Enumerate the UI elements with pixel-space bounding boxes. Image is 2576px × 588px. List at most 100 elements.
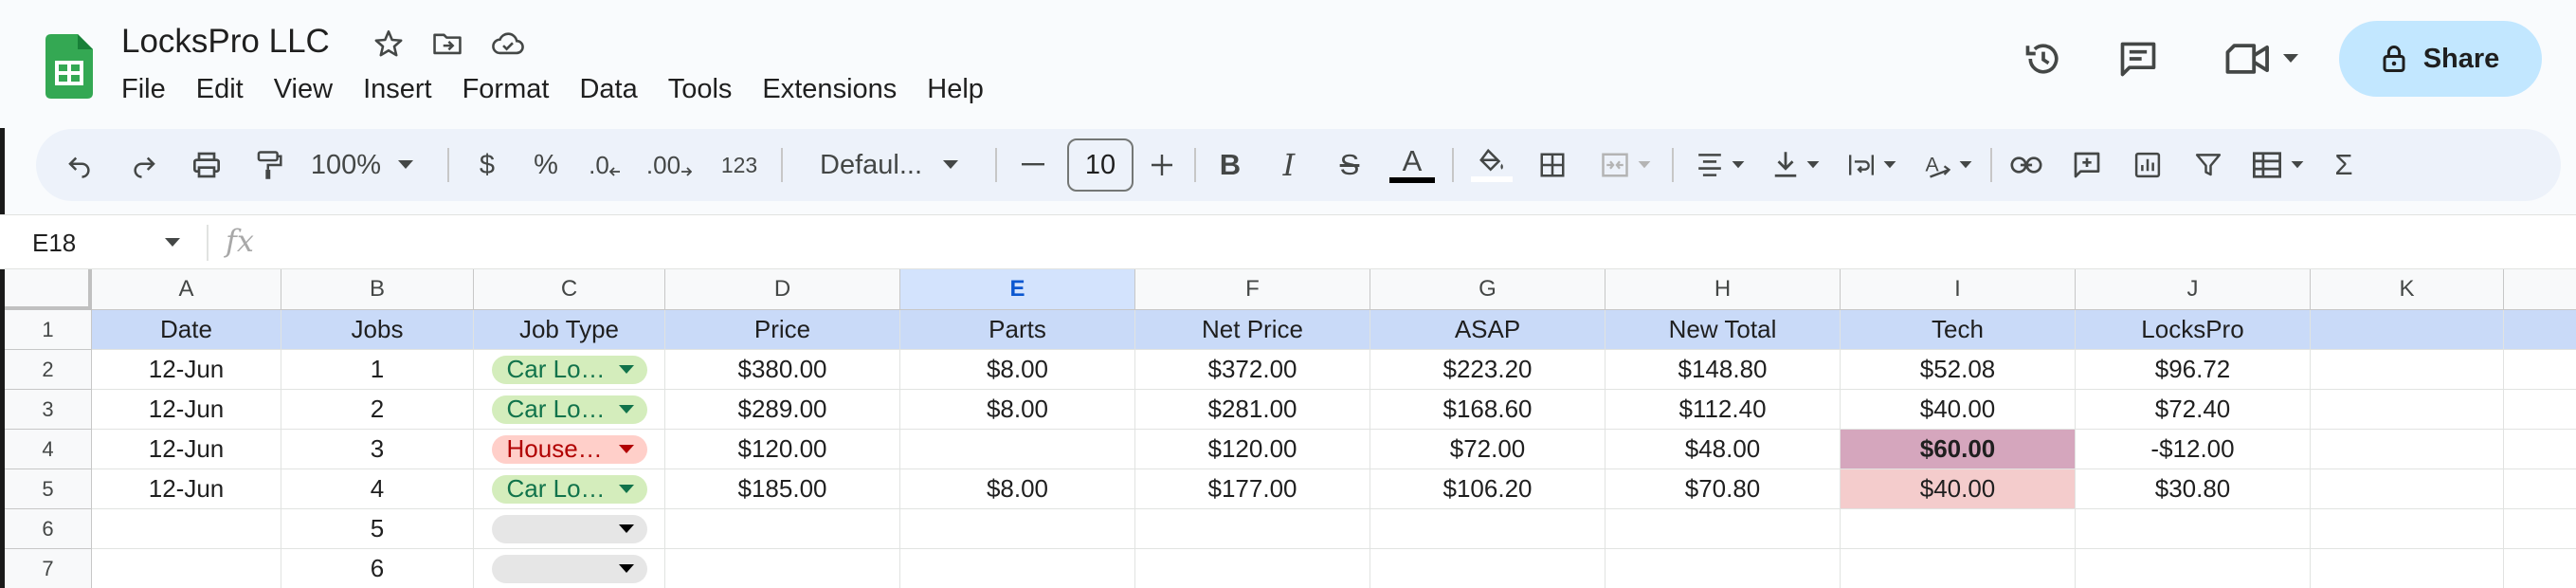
create-filter-icon[interactable] bbox=[2182, 129, 2235, 201]
cell-a3[interactable]: 12-Jun bbox=[92, 390, 281, 430]
cell-d7[interactable] bbox=[665, 549, 900, 588]
cell-g6[interactable] bbox=[1370, 509, 1605, 549]
cell-l4[interactable] bbox=[2504, 430, 2576, 469]
cell-h3[interactable]: $112.40 bbox=[1605, 390, 1841, 430]
cell-g2[interactable]: $223.20 bbox=[1370, 350, 1605, 390]
cell-h2[interactable]: $148.80 bbox=[1605, 350, 1841, 390]
move-folder-icon[interactable] bbox=[428, 25, 466, 63]
cell-k7[interactable] bbox=[2311, 549, 2504, 588]
star-icon[interactable] bbox=[370, 25, 408, 63]
column-header-b[interactable]: B bbox=[281, 269, 474, 310]
cell-k2[interactable] bbox=[2311, 350, 2504, 390]
italic-icon[interactable]: I bbox=[1266, 129, 1312, 201]
cell-b7[interactable]: 6 bbox=[281, 549, 474, 588]
cell-i3[interactable]: $40.00 bbox=[1841, 390, 2076, 430]
percent-format-button[interactable]: % bbox=[523, 129, 569, 201]
cell-j5[interactable]: $30.80 bbox=[2076, 469, 2311, 509]
paint-format-icon[interactable] bbox=[246, 129, 292, 201]
cell-a6[interactable] bbox=[92, 509, 281, 549]
cell-f7[interactable] bbox=[1135, 549, 1370, 588]
column-header-h[interactable]: H bbox=[1605, 269, 1841, 310]
cell-c3[interactable]: Car Lo… bbox=[474, 390, 665, 430]
cell-f4[interactable]: $120.00 bbox=[1135, 430, 1370, 469]
column-header-a[interactable]: A bbox=[92, 269, 281, 310]
menu-tools[interactable]: Tools bbox=[653, 68, 748, 110]
insert-comment-icon[interactable] bbox=[2060, 129, 2113, 201]
version-history-icon[interactable] bbox=[2017, 32, 2070, 85]
vertical-align-icon[interactable] bbox=[1763, 129, 1829, 201]
more-formats-button[interactable]: 123 bbox=[711, 129, 768, 201]
decrease-font-size-icon[interactable] bbox=[1012, 129, 1054, 201]
cell-g1[interactable]: ASAP bbox=[1370, 310, 1605, 350]
cell-i5[interactable]: $40.00 bbox=[1841, 469, 2076, 509]
cell-j3[interactable]: $72.40 bbox=[2076, 390, 2311, 430]
sheets-logo-icon[interactable] bbox=[45, 34, 93, 99]
cell-j2[interactable]: $96.72 bbox=[2076, 350, 2311, 390]
menu-edit[interactable]: Edit bbox=[181, 68, 259, 110]
cell-c4[interactable]: House… bbox=[474, 430, 665, 469]
meet-chevron-down-icon[interactable] bbox=[2283, 54, 2298, 64]
cell-b4[interactable]: 3 bbox=[281, 430, 474, 469]
cell-e6[interactable] bbox=[900, 509, 1135, 549]
column-header-g[interactable]: G bbox=[1370, 269, 1605, 310]
column-header-j[interactable]: J bbox=[2076, 269, 2311, 310]
cell-e1[interactable]: Parts bbox=[900, 310, 1135, 350]
cell-b5[interactable]: 4 bbox=[281, 469, 474, 509]
menu-file[interactable]: File bbox=[106, 68, 181, 110]
cell-e7[interactable] bbox=[900, 549, 1135, 588]
cell-c7[interactable] bbox=[474, 549, 665, 588]
name-box-chevron-down-icon[interactable] bbox=[165, 230, 180, 253]
cell-h5[interactable]: $70.80 bbox=[1605, 469, 1841, 509]
cell-f3[interactable]: $281.00 bbox=[1135, 390, 1370, 430]
menu-format[interactable]: Format bbox=[447, 68, 565, 110]
job-type-dropdown-chip[interactable] bbox=[491, 514, 647, 543]
column-header-e[interactable]: E bbox=[900, 269, 1135, 310]
cell-k4[interactable] bbox=[2311, 430, 2504, 469]
menu-data[interactable]: Data bbox=[564, 68, 652, 110]
cell-l7[interactable] bbox=[2504, 549, 2576, 588]
column-header-d[interactable]: D bbox=[665, 269, 900, 310]
horizontal-align-icon[interactable] bbox=[1687, 129, 1753, 201]
cell-d3[interactable]: $289.00 bbox=[665, 390, 900, 430]
cell-j4[interactable]: -$12.00 bbox=[2076, 430, 2311, 469]
cell-a7[interactable] bbox=[92, 549, 281, 588]
cell-d2[interactable]: $380.00 bbox=[665, 350, 900, 390]
cell-i1[interactable]: Tech bbox=[1841, 310, 2076, 350]
cell-b3[interactable]: 2 bbox=[281, 390, 474, 430]
meet-icon[interactable] bbox=[2214, 32, 2309, 85]
cell-d1[interactable]: Price bbox=[665, 310, 900, 350]
cell-k1[interactable] bbox=[2311, 310, 2504, 350]
row-header-6[interactable]: 6 bbox=[5, 509, 92, 549]
job-type-dropdown-chip[interactable]: Car Lo… bbox=[491, 395, 647, 424]
cell-c5[interactable]: Car Lo… bbox=[474, 469, 665, 509]
row-header-2[interactable]: 2 bbox=[5, 350, 92, 390]
document-title[interactable]: LocksPro LLC bbox=[121, 21, 330, 63]
cell-h4[interactable]: $48.00 bbox=[1605, 430, 1841, 469]
fill-color-icon[interactable] bbox=[1467, 129, 1516, 201]
job-type-dropdown-chip[interactable]: Car Lo… bbox=[491, 474, 647, 504]
share-button[interactable]: Share bbox=[2339, 21, 2542, 97]
text-rotation-icon[interactable]: A bbox=[1914, 129, 1981, 201]
cell-g7[interactable] bbox=[1370, 549, 1605, 588]
cell-j1[interactable]: LocksPro bbox=[2076, 310, 2311, 350]
cell-i4[interactable]: $60.00 bbox=[1841, 430, 2076, 469]
cell-l2[interactable] bbox=[2504, 350, 2576, 390]
row-header-3[interactable]: 3 bbox=[5, 390, 92, 430]
column-header-i[interactable]: I bbox=[1841, 269, 2076, 310]
cell-a4[interactable]: 12-Jun bbox=[92, 430, 281, 469]
cell-d5[interactable]: $185.00 bbox=[665, 469, 900, 509]
cell-c1[interactable]: Job Type bbox=[474, 310, 665, 350]
row-header-5[interactable]: 5 bbox=[5, 469, 92, 509]
cell-f1[interactable]: Net Price bbox=[1135, 310, 1370, 350]
menu-insert[interactable]: Insert bbox=[348, 68, 447, 110]
cell-l1[interactable] bbox=[2504, 310, 2576, 350]
cell-b6[interactable]: 5 bbox=[281, 509, 474, 549]
cell-l6[interactable] bbox=[2504, 509, 2576, 549]
cell-f5[interactable]: $177.00 bbox=[1135, 469, 1370, 509]
cell-g5[interactable]: $106.20 bbox=[1370, 469, 1605, 509]
job-type-dropdown-chip[interactable]: Car Lo… bbox=[491, 355, 647, 384]
cell-h6[interactable] bbox=[1605, 509, 1841, 549]
print-icon[interactable] bbox=[184, 129, 229, 201]
row-header-4[interactable]: 4 bbox=[5, 430, 92, 469]
cell-a2[interactable]: 12-Jun bbox=[92, 350, 281, 390]
